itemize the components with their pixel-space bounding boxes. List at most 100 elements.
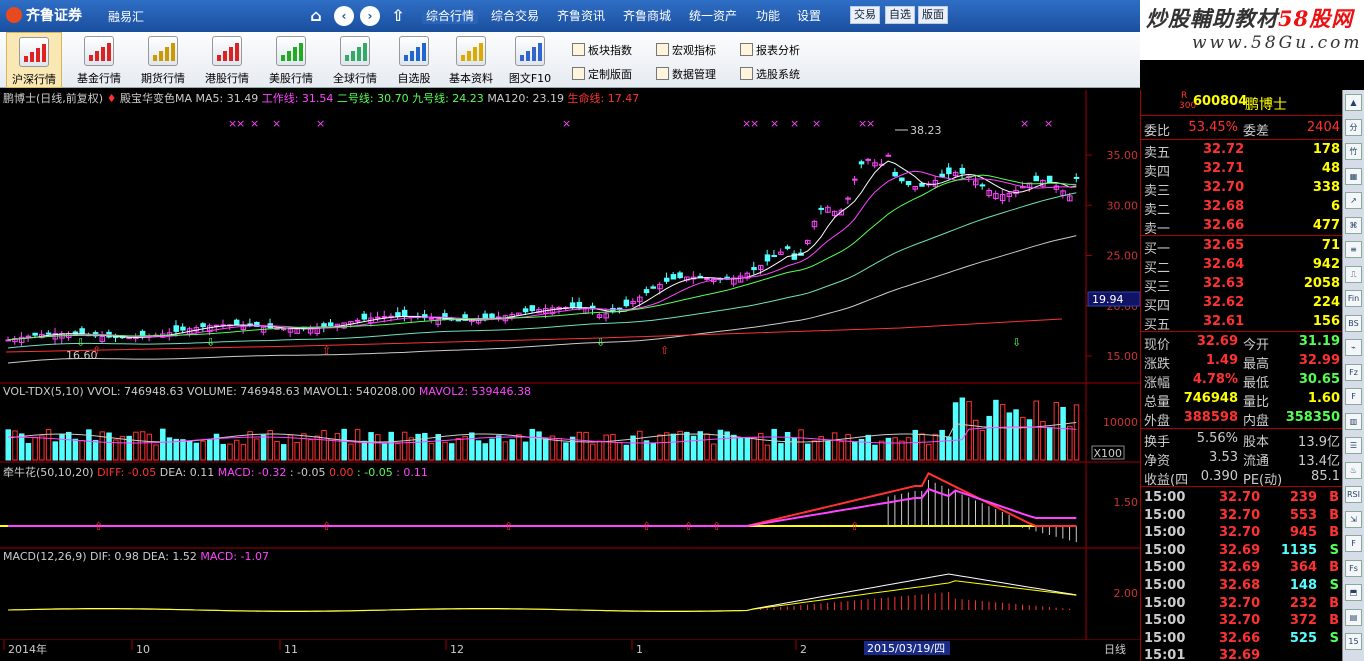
sidebar-tool-icon-1[interactable]: 分 (1345, 118, 1362, 136)
sidebar-tool-icon-18[interactable]: F (1345, 535, 1362, 552)
tick-volume: 239 (1289, 490, 1317, 505)
volume-bar (381, 443, 388, 461)
volume-bar (1006, 412, 1013, 461)
sidebar-tool-icon-10[interactable]: ⌁ (1345, 339, 1362, 356)
toolbar-link-3[interactable]: 定制版面 (572, 66, 632, 82)
sidebar-tool-icon-4[interactable]: ↗ (1345, 192, 1362, 209)
sidebar-tool-icon-15[interactable]: ♨ (1345, 461, 1362, 479)
kline-chart-area[interactable]: 35.00 30.00 25.00 2 0.00 15.00 10000 X100 1.50 2.… (0, 88, 1141, 661)
sidebar-tool-icon-3[interactable]: ▦ (1345, 167, 1362, 185)
sidebar-tool-icon-8[interactable]: Fin (1345, 290, 1362, 307)
toolbar-link-1[interactable]: 宏观指标 (656, 42, 716, 58)
volume-bar (872, 444, 878, 461)
volume-bar (375, 434, 381, 461)
candle-body (852, 178, 858, 181)
broker-logo[interactable]: 齐鲁证券 (6, 5, 82, 25)
volume-bar (986, 415, 992, 461)
stat-value: 388598 (1183, 410, 1238, 425)
sidebar-tool-icon-12[interactable]: F (1345, 388, 1362, 405)
volume-bar (583, 431, 589, 461)
sub-brand[interactable]: 融易汇 (108, 8, 144, 25)
volume-bar (596, 440, 603, 461)
volume-bar (536, 431, 542, 461)
sidebar-tool-icon-9[interactable]: BS (1345, 314, 1362, 332)
report-icon (656, 67, 669, 80)
volume-bar (200, 440, 206, 461)
watchlist-button[interactable]: 自选 (885, 6, 915, 24)
home-icon[interactable]: ⌂ (306, 6, 326, 26)
volume-bar (751, 437, 757, 461)
stat-label: 今开 (1243, 338, 1270, 353)
toolbar-link-5[interactable]: 选股系统 (740, 66, 800, 82)
toolbar-tool-2[interactable]: 期货行情 (133, 32, 193, 88)
sidebar-tool-icon-5[interactable]: ⌘ (1345, 216, 1362, 234)
line2-value: 二号线: 30.70 (336, 92, 409, 105)
toolbar-link-0[interactable]: 板块指数 (572, 42, 632, 58)
toolbar-tool-7[interactable]: 基本资料 (443, 32, 499, 88)
back-icon[interactable]: ‹ (334, 6, 354, 26)
menu-shezhi[interactable]: 设置 (797, 7, 821, 24)
sidebar-tool-icon-13[interactable]: ▥ (1345, 412, 1362, 430)
volume-bar (301, 433, 307, 461)
macd-dif-line (7, 573, 1077, 612)
toolbar-tool-5[interactable]: 全球行情 (325, 32, 385, 88)
sidebar-tool-icon-16[interactable]: RSI (1345, 486, 1362, 503)
sidebar-tool-icon-22[interactable]: 15 (1345, 633, 1362, 650)
bid-row: 买一 32.65 71 (1141, 237, 1343, 257)
trade-button[interactable]: 交易 (850, 6, 880, 24)
menu-qilu-shangcheng[interactable]: 齐鲁商城 (623, 7, 671, 24)
watermark-site: 58股网 (1278, 6, 1354, 31)
sidebar-tool-icon-21[interactable]: ▤ (1345, 608, 1362, 626)
sidebar-tool-icon-14[interactable]: ☰ (1345, 437, 1362, 454)
volume-bar (737, 437, 744, 461)
tick-time: 15:01 (1144, 648, 1186, 661)
forward-icon[interactable]: › (360, 6, 380, 26)
sidebar-tool-icon-7[interactable]: ⎍ (1345, 265, 1362, 283)
sidebar-tool-icon-20[interactable]: ⬒ (1345, 584, 1362, 601)
toolbar-tool-4[interactable]: 美股行情 (261, 32, 321, 88)
candle-body (751, 267, 757, 271)
toolbar-tool-8[interactable]: 图文F10 (505, 32, 555, 88)
menu-gongneng[interactable]: 功能 (756, 7, 780, 24)
volume-bar (1073, 404, 1080, 461)
upload-icon[interactable]: ⇧ (388, 6, 408, 26)
ask-price: 32.66 (1203, 218, 1245, 233)
volume-bar (247, 431, 253, 461)
signal-mark: × (562, 117, 571, 130)
menu-qilu-zixun[interactable]: 齐鲁资讯 (557, 7, 605, 24)
buy-arrow-icon: ⇩ (206, 336, 215, 349)
kline-chart-svg[interactable]: 35.00 30.00 25.00 2 0.00 15.00 10000 X100 1.50 2.… (0, 88, 1141, 661)
sidebar-tool-icon-0[interactable]: ▲ (1345, 94, 1362, 111)
toolbar-tool-6[interactable]: 自选股 (389, 32, 439, 88)
fin-label: 净资 (1144, 454, 1171, 469)
toolbar-tool-0[interactable]: 沪深行情 (6, 32, 62, 88)
toolbar-tool-3[interactable]: 港股行情 (197, 32, 257, 88)
sidebar-tool-icon-17[interactable]: ⇲ (1345, 510, 1362, 528)
menu-zonghe-hangqing[interactable]: 综合行情 (422, 7, 479, 24)
toolbar-link-label: 数据管理 (672, 68, 716, 81)
candle-body (677, 272, 683, 279)
sidebar-tool-icon-2[interactable]: 竹 (1345, 143, 1362, 160)
menu-tongyi-zichan[interactable]: 统一资产 (689, 7, 737, 24)
quote-separator (1141, 115, 1343, 116)
brand-mark-icon (6, 7, 22, 23)
toolbar-link-2[interactable]: 报表分析 (740, 42, 800, 58)
candle-body (381, 316, 388, 319)
stock-code: 600804 (1193, 94, 1248, 109)
toolbar-tool-1[interactable]: 基金行情 (68, 32, 130, 88)
layout-button[interactable]: 版面 (918, 6, 948, 24)
toolbar-link-4[interactable]: 数据管理 (656, 66, 716, 82)
sidebar-tool-icon-6[interactable]: ≡ (1345, 241, 1362, 258)
toolbar-link-label: 宏观指标 (672, 44, 716, 57)
report-icon (740, 67, 753, 80)
candle-body (784, 246, 791, 249)
candle-body (858, 161, 865, 165)
sidebar-tool-icon-11[interactable]: Fz (1345, 363, 1362, 381)
fin-value: 13.4亿 (1298, 454, 1340, 469)
stat-row: 总量 746948 量比 1.60 (1141, 390, 1343, 410)
volume-bar (5, 429, 11, 461)
sidebar-tool-icon-19[interactable]: Fs (1345, 559, 1362, 577)
menu-zonghe-jiaoyi[interactable]: 综合交易 (491, 7, 539, 24)
ask-volume: 338 (1312, 180, 1340, 195)
volume-bar (328, 438, 334, 461)
